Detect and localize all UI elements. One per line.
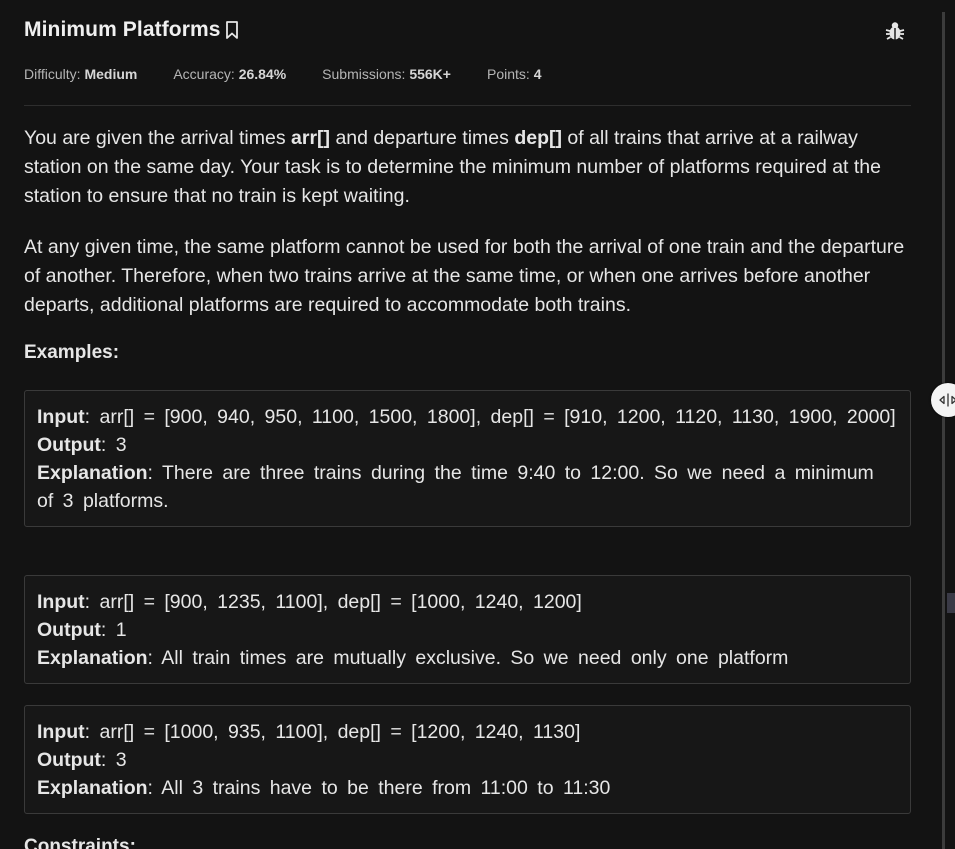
explanation-value: : There are three trains during the time… bbox=[37, 462, 874, 512]
input-label: Input bbox=[37, 591, 85, 613]
input-label: Input bbox=[37, 721, 85, 743]
scrollbar-track[interactable] bbox=[942, 12, 945, 849]
input-value: : arr[] = [900, 1235, 1100], dep[] = [10… bbox=[84, 591, 582, 613]
problem-panel: Minimum Platforms Difficulty: Medium Acc… bbox=[0, 0, 935, 849]
example-box: Input: arr[] = [900, 940, 950, 1100, 150… bbox=[24, 390, 911, 527]
explanation-value: : All train times are mutually exclusive… bbox=[147, 647, 789, 669]
page-title: Minimum Platforms bbox=[24, 18, 221, 41]
example-input: Input: arr[] = [900, 940, 950, 1100, 150… bbox=[37, 403, 898, 431]
accuracy-value: 26.84% bbox=[238, 66, 287, 82]
example-input: Input: arr[] = [900, 1235, 1100], dep[] … bbox=[37, 588, 898, 616]
scrollbar-thumb[interactable] bbox=[947, 593, 955, 613]
submissions-value: 556K+ bbox=[409, 66, 451, 82]
example-explanation: Explanation: All train times are mutuall… bbox=[37, 644, 898, 672]
submissions-label: Submissions: bbox=[322, 66, 406, 82]
difficulty: Difficulty: Medium bbox=[24, 66, 137, 82]
resize-handle-icon[interactable] bbox=[931, 383, 955, 417]
arr-term: arr[] bbox=[291, 127, 331, 149]
desc-text: You are given the arrival times bbox=[24, 127, 292, 149]
output-value: : 3 bbox=[100, 434, 127, 456]
input-value: : arr[] = [1000, 935, 1100], dep[] = [12… bbox=[84, 721, 581, 743]
problem-meta: Difficulty: Medium Accuracy: 26.84% Subm… bbox=[24, 66, 577, 82]
explanation-label: Explanation bbox=[37, 777, 148, 799]
description-paragraph-1: You are given the arrival times arr[] an… bbox=[24, 124, 914, 211]
dep-term: dep[] bbox=[514, 127, 562, 149]
title-row: Minimum Platforms bbox=[24, 18, 240, 42]
example-output: Output: 3 bbox=[37, 746, 898, 774]
examples-heading: Examples: bbox=[24, 342, 120, 363]
example-box: Input: arr[] = [900, 1235, 1100], dep[] … bbox=[24, 575, 911, 684]
example-explanation: Explanation: All 3 trains have to be the… bbox=[37, 774, 898, 802]
output-value: : 1 bbox=[100, 619, 127, 641]
example-output: Output: 3 bbox=[37, 431, 898, 459]
description-paragraph-2: At any given time, the same platform can… bbox=[24, 236, 905, 316]
explanation-label: Explanation bbox=[37, 647, 148, 669]
example-input: Input: arr[] = [1000, 935, 1100], dep[] … bbox=[37, 718, 898, 746]
output-value: : 3 bbox=[100, 749, 127, 771]
points: Points: 4 bbox=[487, 66, 542, 82]
accuracy-label: Accuracy: bbox=[173, 66, 235, 82]
accuracy: Accuracy: 26.84% bbox=[173, 66, 286, 82]
desc-text: and departure times bbox=[330, 127, 515, 149]
example-box: Input: arr[] = [1000, 935, 1100], dep[] … bbox=[24, 705, 911, 814]
explanation-value: : All 3 trains have to be there from 11:… bbox=[147, 777, 611, 799]
difficulty-label: Difficulty: bbox=[24, 66, 81, 82]
points-value: 4 bbox=[533, 66, 542, 82]
constraints-heading: Constraints: bbox=[24, 836, 136, 849]
divider bbox=[24, 105, 911, 106]
bug-icon[interactable] bbox=[884, 20, 906, 42]
input-label: Input bbox=[37, 406, 85, 428]
difficulty-value: Medium bbox=[84, 66, 138, 82]
output-label: Output bbox=[37, 749, 101, 771]
output-label: Output bbox=[37, 434, 101, 456]
points-label: Points: bbox=[486, 66, 530, 82]
explanation-label: Explanation bbox=[37, 462, 148, 484]
bookmark-icon[interactable] bbox=[224, 20, 240, 40]
input-value: : arr[] = [900, 940, 950, 1100, 1500, 18… bbox=[84, 406, 896, 428]
submissions: Submissions: 556K+ bbox=[322, 66, 451, 82]
example-output: Output: 1 bbox=[37, 616, 898, 644]
example-explanation: Explanation: There are three trains duri… bbox=[37, 459, 898, 515]
output-label: Output bbox=[37, 619, 101, 641]
